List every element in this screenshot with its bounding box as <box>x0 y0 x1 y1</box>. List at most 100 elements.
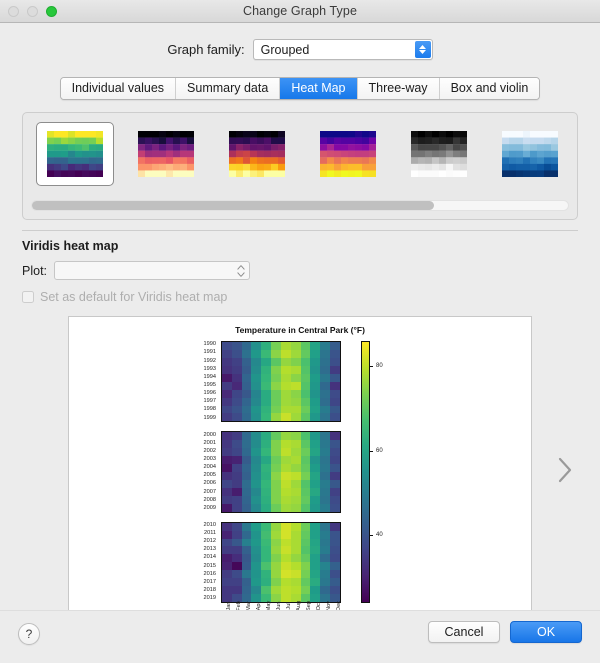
zoom-button-icon[interactable] <box>46 6 57 17</box>
gallery-scrollbar-thumb[interactable] <box>32 201 434 210</box>
heatmap-cell <box>261 456 272 465</box>
ok-button[interactable]: OK <box>510 621 582 643</box>
cancel-button[interactable]: Cancel <box>428 621 500 643</box>
heatmap-cell <box>251 448 262 457</box>
tab-three-way[interactable]: Three-way <box>357 78 440 99</box>
heatmap-cell <box>300 432 311 441</box>
heatmap-cell <box>261 546 272 555</box>
heatmap-cell <box>300 487 311 496</box>
tab-individual-values[interactable]: Individual values <box>60 78 177 99</box>
heatmap-cell <box>280 349 291 358</box>
heatmap-cell <box>271 464 281 473</box>
plot-select[interactable] <box>54 261 251 280</box>
thumbnail-greys[interactable] <box>400 122 478 186</box>
graph-family-popup[interactable]: Grouped <box>252 39 433 60</box>
heatmap-cell <box>251 342 262 350</box>
heatmap-cell <box>251 432 262 441</box>
plot-stepper-icon <box>236 264 245 278</box>
heatmap-cell <box>241 546 252 555</box>
heatmap-block <box>221 431 341 513</box>
heatmap-cell <box>222 373 232 382</box>
heatmap-cell <box>231 464 242 473</box>
tab-heat-map[interactable]: Heat Map <box>280 78 358 99</box>
thumbnail-inferno[interactable] <box>218 122 296 186</box>
thumbnail-viridis[interactable] <box>36 122 114 186</box>
gallery-scrollbar[interactable] <box>31 200 569 211</box>
heatmap-cell <box>241 578 252 587</box>
heatmap-cell <box>222 440 232 449</box>
thumbnail-magma[interactable] <box>127 122 205 186</box>
heatmap-cell <box>251 440 262 449</box>
heatmap-cell <box>290 472 301 480</box>
y-axis-tick-label: 1995 <box>203 381 216 388</box>
heatmap-row <box>222 413 340 422</box>
heatmap-cell <box>320 479 331 488</box>
heatmap-cell <box>271 546 281 555</box>
heatmap-cell <box>330 365 340 374</box>
heatmap-cell <box>271 357 281 366</box>
heatmap-cell <box>310 530 321 539</box>
heatmap-cell <box>222 562 232 571</box>
heatmap-cell <box>330 432 340 441</box>
heatmap-cell <box>261 554 272 563</box>
heatmap-cell <box>241 464 252 473</box>
help-button[interactable]: ? <box>18 623 40 645</box>
heatmap-cell <box>222 349 232 358</box>
heatmap-cell <box>261 342 272 350</box>
heatmap-cell <box>330 578 340 587</box>
y-axis-tick-label: 2016 <box>203 570 216 577</box>
heatmap-row <box>222 554 340 563</box>
thumbnail-plasma[interactable] <box>309 122 387 186</box>
heatmap-cell <box>290 522 301 531</box>
heatmap-cell <box>222 487 232 496</box>
plot-row: Plot: <box>22 261 578 280</box>
heatmap-cell <box>261 472 272 480</box>
heatmap-cell <box>320 381 331 390</box>
heatmap-row <box>222 479 340 488</box>
blues-thumb-icon <box>502 131 558 177</box>
heatmap-row <box>222 342 340 350</box>
y-axis-tick-label: 2000 <box>203 431 216 438</box>
tab-box-and-violin[interactable]: Box and violin <box>439 78 540 99</box>
heatmap-cell <box>330 440 340 449</box>
dialog-footer: ? Cancel OK <box>0 610 600 663</box>
heatmap-cell <box>251 586 262 595</box>
heatmap-cell <box>320 349 331 358</box>
set-as-default-row: Set as default for Viridis heat map <box>22 290 578 304</box>
heatmap-cell <box>280 440 291 449</box>
heatmap-block <box>221 341 341 423</box>
heatmap-cell <box>271 342 281 350</box>
heatmap-cell <box>300 349 311 358</box>
heatmap-cell <box>300 479 311 488</box>
heatmap-cell <box>261 586 272 595</box>
heatmap-row <box>222 487 340 496</box>
heatmap-row <box>222 357 340 366</box>
heatmap-cell <box>231 538 242 547</box>
thumbnail-blues[interactable] <box>491 122 569 186</box>
y-axis-tick-label: 2002 <box>203 447 216 454</box>
heatmap-cell <box>300 530 311 539</box>
y-axis-tick-label: 1996 <box>203 390 216 397</box>
heatmap-chart: Temperature in Central Park (°F) 1990 199… <box>69 317 531 620</box>
heatmap-cell <box>310 381 321 390</box>
heatmap-cell <box>310 448 321 457</box>
next-preview-button[interactable] <box>556 455 574 485</box>
heatmap-cell <box>330 357 340 366</box>
heatmap-cell <box>330 530 340 539</box>
heatmap-row <box>222 562 340 571</box>
heatmap-cell <box>251 349 262 358</box>
heatmap-cell <box>241 456 252 465</box>
heatmap-cell <box>290 365 301 374</box>
heatmap-cell <box>330 495 340 504</box>
heatmap-cell <box>251 546 262 555</box>
heatmap-cell <box>320 373 331 382</box>
heatmap-row <box>222 522 340 531</box>
stepper-up-down-icon[interactable] <box>414 41 431 58</box>
heatmap-cell <box>231 456 242 465</box>
heatmap-row <box>222 389 340 398</box>
heatmap-cell <box>251 405 262 414</box>
heatmap-cell <box>320 389 331 398</box>
tab-summary-data[interactable]: Summary data <box>176 78 281 99</box>
heatmap-cell <box>310 342 321 350</box>
close-button-icon <box>8 6 19 17</box>
